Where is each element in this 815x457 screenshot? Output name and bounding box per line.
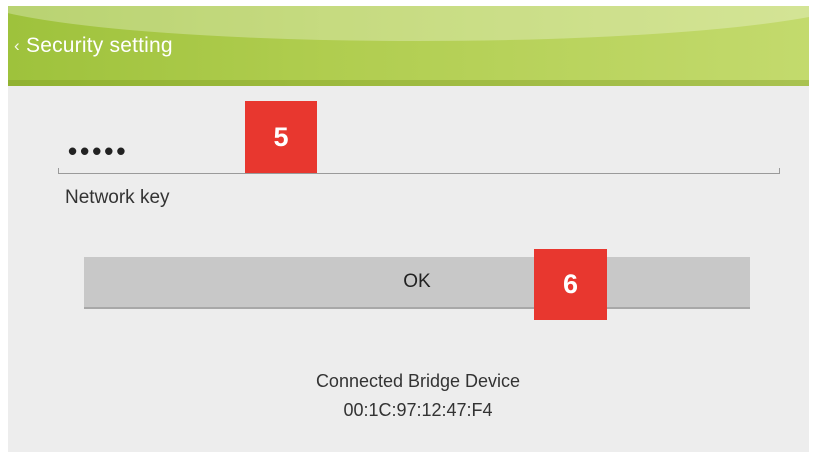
page-title[interactable]: Security setting xyxy=(26,34,173,58)
chevron-left-icon[interactable]: ‹ xyxy=(14,36,20,56)
network-key-label: Network key xyxy=(65,187,170,208)
network-key-input[interactable]: ••••• xyxy=(68,136,129,166)
callout-badge-6: 6 xyxy=(534,249,607,320)
input-underline-right-cap xyxy=(779,168,780,174)
input-underline-left-cap xyxy=(58,168,59,174)
app-screen: ‹ Security setting ••••• Network key OK … xyxy=(8,6,809,452)
header-bar: ‹ Security setting xyxy=(8,6,809,86)
callout-badge-5: 5 xyxy=(245,101,317,173)
connected-device-label: Connected Bridge Device xyxy=(315,371,521,391)
ok-button[interactable]: OK xyxy=(84,257,750,309)
device-mac-address: 00:1C:97:12:47:F4 xyxy=(343,400,493,420)
input-underline xyxy=(58,173,780,174)
